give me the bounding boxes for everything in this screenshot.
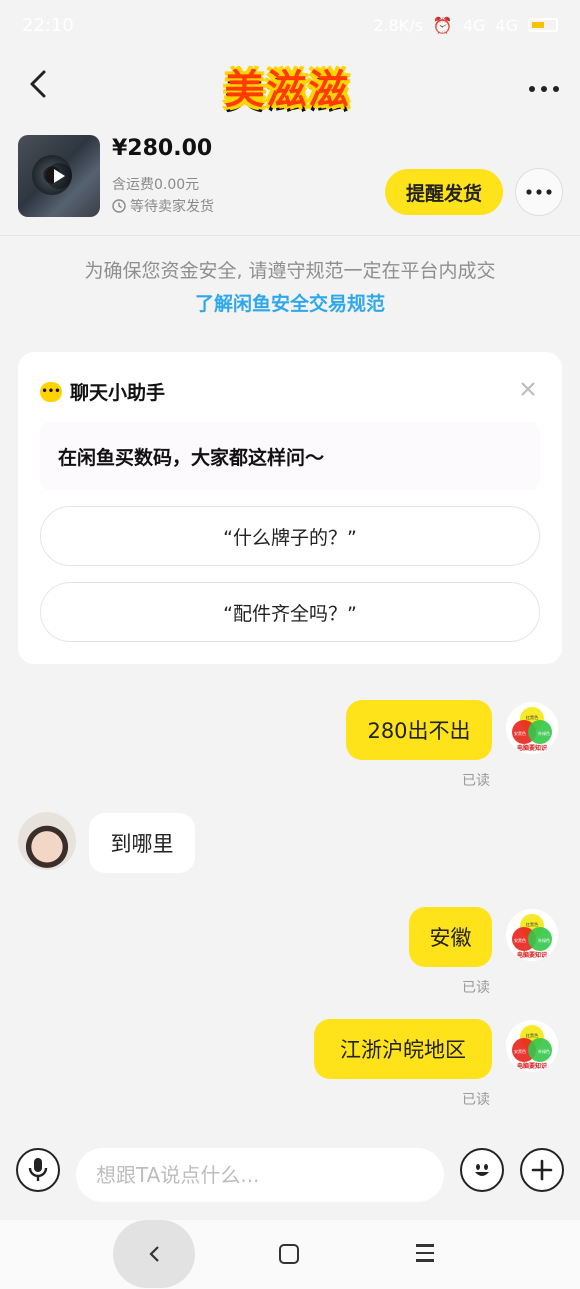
avatar-logo: 红黑色 安黑色 外绿色 电脑要知识 <box>512 707 552 752</box>
add-button[interactable] <box>520 1148 564 1192</box>
more-button[interactable] <box>528 69 560 99</box>
top-nav: 美滋滋 <box>0 52 580 116</box>
svg-text:安黑色: 安黑色 <box>514 937 526 943</box>
avatar[interactable] <box>18 812 76 870</box>
assistant-header: ••• 聊天小助手 <box>40 378 165 405</box>
svg-text:电脑要知识: 电脑要知识 <box>517 951 547 959</box>
svg-text:外绿色: 外绿色 <box>538 937 550 943</box>
more-icon <box>529 86 559 92</box>
svg-text:红黑色: 红黑色 <box>526 1032 539 1039</box>
product-thumbnail[interactable] <box>18 135 100 217</box>
mic-icon <box>28 1158 48 1181</box>
shipping-fee: 含运费0.00元 <box>112 177 200 193</box>
chat-input-bar <box>0 1128 580 1220</box>
system-nav-bar <box>0 1220 580 1289</box>
assistant-tip: 在闲鱼买数码，大家都这样问～ <box>40 422 540 490</box>
avatar[interactable]: 红黑色 安黑色 外绿色 电脑要知识 <box>506 909 558 961</box>
menu-line <box>416 1251 434 1254</box>
net-speed: 2.8K/s <box>373 15 423 35</box>
chat-assistant-card: ••• 聊天小助手 在闲鱼买数码，大家都这样问～ “什么牌子的？” “配件齐全吗… <box>18 352 562 664</box>
message-bubble-theirs[interactable]: 到哪里 <box>89 813 195 873</box>
logo: 美滋滋 <box>224 66 351 113</box>
message-bubble-mine[interactable]: 280出不出 <box>346 700 492 760</box>
chat-bubble-icon: ••• <box>40 381 62 402</box>
suggestion-chip[interactable]: “配件齐全吗？” <box>40 582 540 642</box>
close-button[interactable] <box>520 376 536 402</box>
read-receipt: 已读 <box>462 773 490 789</box>
product-bar: ¥280.00 含运费0.00元 等待卖家发货 提醒发货 <box>0 128 580 236</box>
svg-text:安黑色: 安黑色 <box>514 730 526 736</box>
read-receipt: 已读 <box>462 980 490 996</box>
read-receipt: 已读 <box>462 1092 490 1108</box>
status-time: 22:10 <box>22 14 74 36</box>
alarm-icon: ⏰ <box>432 15 453 35</box>
battery-icon <box>528 18 558 32</box>
svg-text:外绿色: 外绿色 <box>538 1048 550 1054</box>
avatar[interactable]: 红黑色 安黑色 外绿色 电脑要知识 <box>506 1020 558 1072</box>
close-icon <box>521 382 535 396</box>
avatar[interactable]: 红黑色 安黑色 外绿色 电脑要知识 <box>506 702 558 754</box>
menu-line <box>416 1259 434 1262</box>
svg-text:电脑要知识: 电脑要知识 <box>517 1062 547 1070</box>
message-bubble-mine[interactable]: 江浙沪皖地区 <box>314 1019 492 1079</box>
system-back-button[interactable] <box>113 1220 195 1288</box>
system-home-button[interactable] <box>279 1244 299 1264</box>
play-icon <box>54 169 65 183</box>
system-menu-button[interactable] <box>416 1244 434 1267</box>
order-status: 等待卖家发货 <box>112 196 214 216</box>
signal-2: 4G <box>495 15 518 35</box>
more-icon <box>526 189 552 195</box>
back-button[interactable] <box>20 66 56 102</box>
safety-rules-link[interactable]: 了解闲鱼安全交易规范 <box>0 289 580 316</box>
status-indicators: 2.8K/s ⏰ 4G 4G <box>373 16 558 35</box>
status-bar: 22:10 2.8K/s ⏰ 4G 4G <box>0 0 580 50</box>
svg-text:安黑色: 安黑色 <box>514 1048 526 1054</box>
svg-text:红黑色: 红黑色 <box>526 921 539 928</box>
emoji-icon <box>475 1164 489 1176</box>
menu-line <box>416 1244 434 1247</box>
clock-icon <box>112 199 126 213</box>
back-icon <box>149 1246 159 1262</box>
message-input[interactable] <box>76 1148 444 1202</box>
back-icon <box>30 70 46 98</box>
product-more-button[interactable] <box>515 168 563 216</box>
play-button[interactable] <box>46 163 72 189</box>
voice-button[interactable] <box>16 1148 60 1192</box>
remind-ship-button[interactable]: 提醒发货 <box>385 169 503 215</box>
svg-text:红黑色: 红黑色 <box>526 714 539 721</box>
product-price: ¥280.00 <box>112 136 213 161</box>
avatar-logo: 红黑色 安黑色 外绿色 电脑要知识 <box>512 1025 552 1070</box>
order-status-text: 等待卖家发货 <box>130 199 214 215</box>
emoji-button[interactable] <box>460 1148 504 1192</box>
svg-text:电脑要知识: 电脑要知识 <box>517 744 547 752</box>
signal-1: 4G <box>462 15 486 35</box>
suggestion-chip[interactable]: “什么牌子的？” <box>40 506 540 566</box>
avatar-logo: 红黑色 安黑色 外绿色 电脑要知识 <box>512 914 552 959</box>
assistant-title: 聊天小助手 <box>70 382 166 404</box>
message-bubble-mine[interactable]: 安徽 <box>409 907 492 967</box>
svg-text:外绿色: 外绿色 <box>538 730 550 736</box>
safety-notice: 为确保您资金安全, 请遵守规范一定在平台内成交 <box>84 260 496 282</box>
plus-icon <box>531 1159 553 1181</box>
